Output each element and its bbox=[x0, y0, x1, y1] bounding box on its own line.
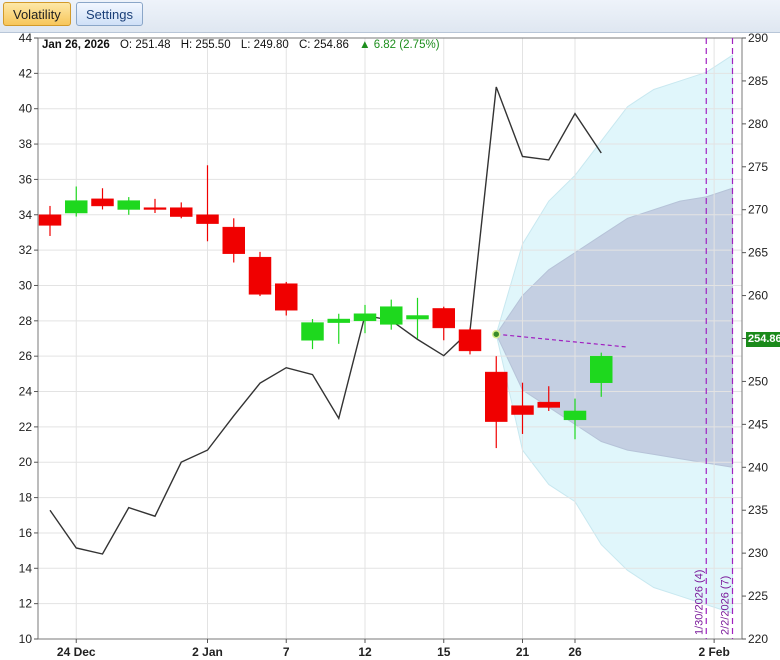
candle-down bbox=[91, 198, 114, 207]
right-axis-tick-label: 250 bbox=[748, 374, 768, 388]
candle-down bbox=[170, 207, 193, 217]
volatility-bands bbox=[495, 54, 733, 614]
candle-down bbox=[485, 371, 508, 422]
left-axis-tick-label: 22 bbox=[19, 420, 33, 434]
x-axis-tick-label: 26 bbox=[568, 645, 582, 659]
left-axis-tick-label: 30 bbox=[19, 278, 33, 292]
close-label: C: bbox=[299, 39, 311, 51]
left-axis-tick-label: 12 bbox=[19, 597, 33, 611]
candle-down bbox=[511, 405, 534, 415]
right-axis-tick-label: 270 bbox=[748, 203, 768, 217]
left-axis-tick-label: 10 bbox=[19, 632, 33, 646]
right-axis-tick-label: 260 bbox=[748, 289, 768, 303]
x-axis-tick-label: 2 Feb bbox=[698, 645, 729, 659]
change-value: 6.82 (2.75%) bbox=[373, 39, 440, 51]
candle-up bbox=[590, 355, 613, 383]
candle-down bbox=[458, 329, 482, 352]
left-axis-tick-label: 26 bbox=[19, 349, 33, 363]
right-axis-tick-label: 230 bbox=[748, 546, 768, 560]
left-axis-tick-label: 18 bbox=[19, 491, 33, 505]
left-axis-tick-label: 24 bbox=[19, 385, 33, 399]
x-axis-tick-label: 24 Dec bbox=[57, 645, 96, 659]
left-axis-tick-label: 16 bbox=[19, 526, 33, 540]
candle-up bbox=[65, 200, 88, 214]
candle-up bbox=[327, 318, 350, 323]
candle-down bbox=[248, 256, 272, 295]
ohlc-info-bar: Jan 26, 2026 O: 251.48 H: 255.50 L: 249.… bbox=[42, 39, 440, 51]
right-axis-tick-label: 225 bbox=[748, 589, 768, 603]
right-axis-tick-label: 275 bbox=[748, 160, 768, 174]
candle-up bbox=[117, 200, 140, 210]
change-up-arrow-icon: ▲ bbox=[359, 39, 371, 51]
candle-up bbox=[353, 313, 377, 322]
candle-down bbox=[537, 401, 560, 408]
right-axis-tick-label: 245 bbox=[748, 417, 768, 431]
x-axis-tick-label: 12 bbox=[358, 645, 372, 659]
right-axis-tick-label: 285 bbox=[748, 74, 768, 88]
right-axis-tick-label: 220 bbox=[748, 632, 768, 646]
expiration-label: 1/30/2026 (4) bbox=[693, 570, 705, 635]
candle-up bbox=[301, 322, 324, 341]
price-chart[interactable]: 10 12 14 16 18 20 22 24 26 28 30 32 34 36 38 40 42 44 220 2… bbox=[0, 32, 780, 660]
candle-up bbox=[406, 315, 429, 320]
close-value: 254.86 bbox=[313, 39, 349, 51]
x-axis-tick-label: 2 Jan bbox=[192, 645, 223, 659]
current-point-marker bbox=[492, 329, 501, 339]
high-value: 255.50 bbox=[195, 39, 231, 51]
candle-up bbox=[380, 306, 403, 325]
candle-down bbox=[222, 226, 245, 254]
info-date: Jan 26, 2026 bbox=[42, 39, 110, 51]
right-axis-tick-label: 290 bbox=[748, 32, 768, 45]
left-axis-tick-label: 40 bbox=[19, 102, 33, 116]
tab-volatility[interactable]: Volatility bbox=[3, 2, 71, 26]
right-axis-tick-label: 280 bbox=[748, 117, 768, 131]
toolbar: Volatility Settings bbox=[0, 0, 780, 33]
open-value: 251.48 bbox=[135, 39, 171, 51]
high-label: H: bbox=[180, 39, 193, 51]
left-axis-tick-label: 44 bbox=[19, 32, 33, 45]
left-axis-tick-label: 14 bbox=[19, 561, 33, 575]
open-label: O: bbox=[119, 39, 133, 51]
candle-down bbox=[196, 214, 219, 224]
left-axis-tick-label: 38 bbox=[19, 137, 33, 151]
x-axis-tick-label: 15 bbox=[437, 645, 451, 659]
left-axis-tick-label: 28 bbox=[19, 314, 33, 328]
left-axis-tick-label: 34 bbox=[19, 208, 33, 222]
right-axis-tick-label: 235 bbox=[748, 503, 768, 517]
low-value: 249.80 bbox=[253, 39, 289, 51]
left-axis-tick-label: 36 bbox=[19, 172, 33, 186]
candle-down bbox=[432, 308, 455, 329]
right-axis-tick-label: 265 bbox=[748, 246, 768, 260]
candle-down bbox=[38, 214, 62, 226]
left-axis-tick-label: 20 bbox=[19, 455, 33, 469]
x-axis-tick-label: 21 bbox=[516, 645, 530, 659]
right-axis-tick-label: 240 bbox=[748, 460, 768, 474]
left-axis-tick-label: 32 bbox=[19, 243, 33, 257]
last-price-tag: 254.86 bbox=[746, 331, 780, 347]
low-label: L: bbox=[240, 39, 251, 51]
x-axis-tick-label: 7 bbox=[283, 645, 290, 659]
candle-up bbox=[563, 410, 587, 421]
left-axis-tick-label: 42 bbox=[19, 66, 33, 80]
expiration-label: 2/2/2026 (7) bbox=[720, 576, 732, 635]
candle-down bbox=[143, 207, 167, 210]
tab-settings[interactable]: Settings bbox=[76, 2, 143, 26]
candle-down bbox=[275, 283, 298, 311]
